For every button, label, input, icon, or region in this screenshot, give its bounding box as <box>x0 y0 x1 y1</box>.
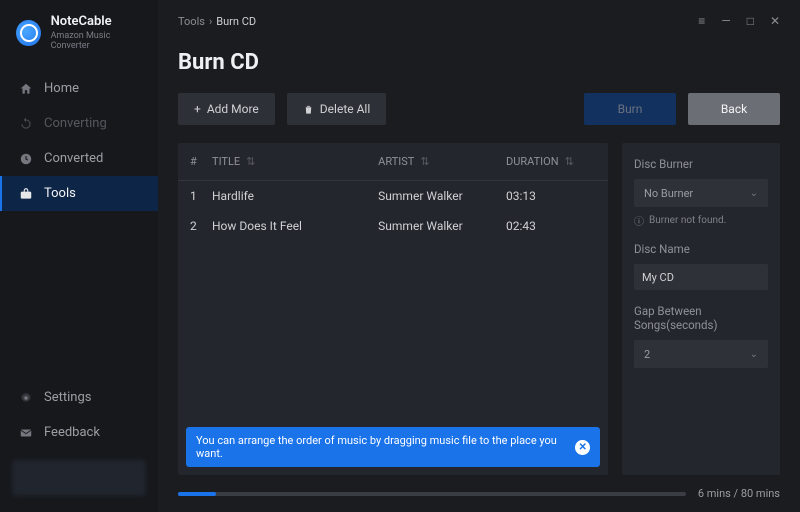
sidebar-item-label: Settings <box>44 390 91 405</box>
sidebar-item-tools[interactable]: Tools <box>0 176 158 211</box>
topbar: Tools › Burn CD ≡ — □ ✕ <box>178 0 780 42</box>
cell-artist: Summer Walker <box>378 219 506 233</box>
warning-text: Burner not found. <box>649 215 726 226</box>
breadcrumb: Tools › Burn CD <box>178 15 256 28</box>
chevron-down-icon: ⌄ <box>750 188 758 199</box>
col-duration[interactable]: DURATION⇅ <box>506 155 596 168</box>
burner-warning: ⓘ Burner not found. <box>634 213 768 228</box>
sort-icon: ⇅ <box>246 155 255 168</box>
sidebar-item-label: Converted <box>44 151 103 166</box>
chevron-down-icon: ⌄ <box>750 349 758 360</box>
converting-icon <box>18 116 33 131</box>
gap-label: Gap Between Songs(seconds) <box>634 304 768 332</box>
account-card[interactable] <box>12 460 146 496</box>
mail-icon <box>18 425 33 440</box>
burn-button[interactable]: Burn <box>584 93 676 125</box>
progress-row: 6 mins / 80 mins <box>178 487 780 500</box>
back-button[interactable]: Back <box>688 93 780 125</box>
gap-select[interactable]: 2 ⌄ <box>634 340 768 368</box>
clock-icon <box>18 151 33 166</box>
add-more-button[interactable]: + Add More <box>178 93 275 125</box>
sidebar-item-label: Tools <box>44 186 76 201</box>
info-tip: You can arrange the order of music by dr… <box>186 427 600 467</box>
sidebar-item-settings[interactable]: Settings <box>0 380 158 415</box>
cell-artist: Summer Walker <box>378 189 506 203</box>
sidebar-item-label: Feedback <box>44 425 100 440</box>
sidebar-item-feedback[interactable]: Feedback <box>0 415 158 450</box>
close-icon[interactable]: ✕ <box>770 14 780 28</box>
main: Tools › Burn CD ≡ — □ ✕ Burn CD + Add Mo… <box>158 0 800 512</box>
sort-icon: ⇅ <box>565 155 574 168</box>
brand: NoteCable Amazon Music Converter <box>0 0 158 67</box>
trash-icon <box>303 104 314 115</box>
page-title: Burn CD <box>178 50 780 75</box>
disc-name-label: Disc Name <box>634 242 768 256</box>
table-row[interactable]: 2 How Does It Feel Summer Walker 02:43 <box>178 211 608 241</box>
brand-logo-icon <box>16 20 41 46</box>
window-controls: ≡ — □ ✕ <box>698 14 780 28</box>
col-title[interactable]: TITLE⇅ <box>212 155 378 168</box>
nav: Home Converting Converted Tools <box>0 71 158 211</box>
sidebar-item-converting[interactable]: Converting <box>0 106 158 141</box>
cell-title: How Does It Feel <box>212 219 378 233</box>
sidebar-item-label: Home <box>44 81 79 96</box>
button-label: Back <box>721 102 747 116</box>
chevron-right-icon: › <box>209 15 212 28</box>
input-value: My CD <box>642 271 674 284</box>
cell-index: 1 <box>190 189 212 203</box>
sort-icon: ⇅ <box>420 155 429 168</box>
sidebar: NoteCable Amazon Music Converter Home Co… <box>0 0 158 512</box>
col-index: # <box>190 155 212 168</box>
menu-icon[interactable]: ≡ <box>698 14 705 28</box>
warning-icon: ⓘ <box>634 213 644 228</box>
info-text: You can arrange the order of music by dr… <box>196 434 575 460</box>
toolbox-icon <box>18 186 33 201</box>
button-label: Delete All <box>320 102 370 116</box>
burn-settings-panel: Disc Burner No Burner ⌄ ⓘ Burner not fou… <box>622 143 780 475</box>
delete-all-button[interactable]: Delete All <box>287 93 386 125</box>
table-row[interactable]: 1 Hardlife Summer Walker 03:13 <box>178 181 608 211</box>
sidebar-item-home[interactable]: Home <box>0 71 158 106</box>
breadcrumb-parent[interactable]: Tools <box>178 15 205 28</box>
brand-name: NoteCable <box>51 14 146 29</box>
plus-icon: + <box>194 102 201 116</box>
table-header: # TITLE⇅ ARTIST⇅ DURATION⇅ <box>178 143 608 181</box>
cell-index: 2 <box>190 219 212 233</box>
brand-text: NoteCable Amazon Music Converter <box>51 14 146 51</box>
gear-icon <box>18 390 33 405</box>
disc-burner-select[interactable]: No Burner ⌄ <box>634 179 768 207</box>
close-tip-button[interactable]: ✕ <box>575 440 590 455</box>
action-row: + Add More Delete All Burn Back <box>178 93 780 125</box>
disc-usage-bar <box>178 492 686 496</box>
home-icon <box>18 81 33 96</box>
select-value: 2 <box>644 348 650 361</box>
disc-burner-label: Disc Burner <box>634 157 768 171</box>
minimize-icon[interactable]: — <box>721 14 730 28</box>
button-label: Add More <box>207 102 259 116</box>
select-value: No Burner <box>644 187 693 200</box>
sidebar-item-converted[interactable]: Converted <box>0 141 158 176</box>
sidebar-item-label: Converting <box>44 116 107 131</box>
disc-usage-fill <box>178 492 216 496</box>
track-table: # TITLE⇅ ARTIST⇅ DURATION⇅ 1 Hardlife Su… <box>178 143 608 475</box>
breadcrumb-current: Burn CD <box>216 15 256 28</box>
cell-duration: 02:43 <box>506 219 596 233</box>
cell-duration: 03:13 <box>506 189 596 203</box>
brand-subtitle: Amazon Music Converter <box>51 31 146 51</box>
disc-usage-text: 6 mins / 80 mins <box>698 487 780 500</box>
col-artist[interactable]: ARTIST⇅ <box>378 155 506 168</box>
disc-name-input[interactable]: My CD <box>634 264 768 290</box>
cell-title: Hardlife <box>212 189 378 203</box>
maximize-icon[interactable]: □ <box>747 14 754 28</box>
content-row: # TITLE⇅ ARTIST⇅ DURATION⇅ 1 Hardlife Su… <box>178 143 780 475</box>
button-label: Burn <box>618 102 643 116</box>
